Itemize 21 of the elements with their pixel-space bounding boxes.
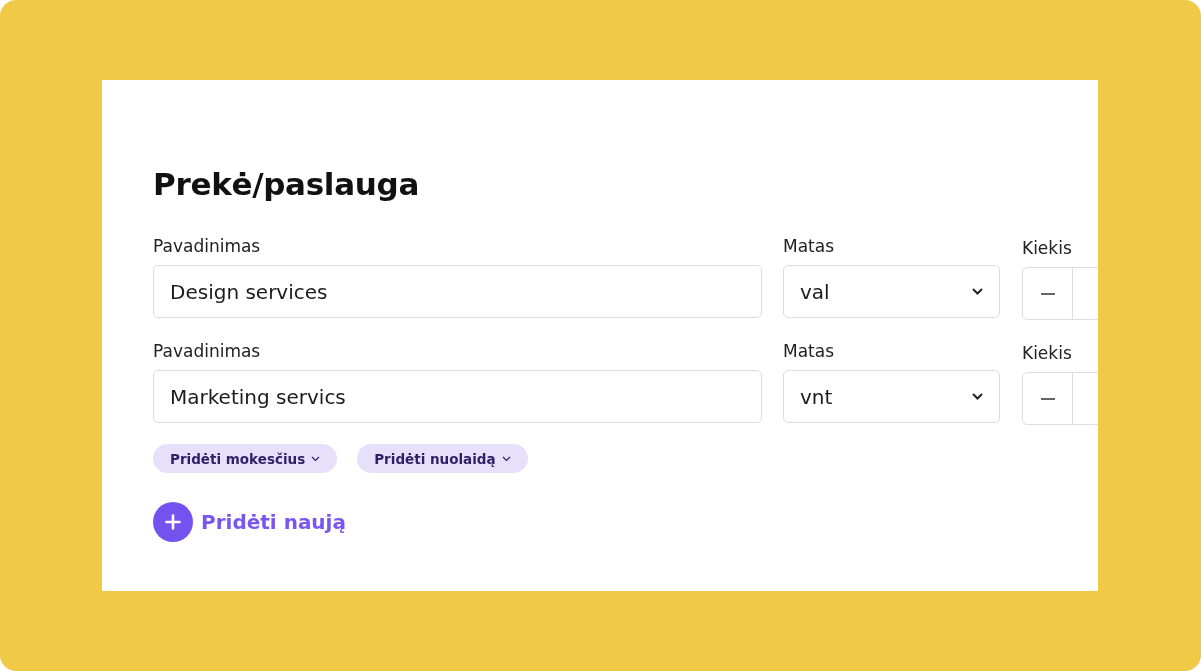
field-label: Pavadinimas [153,340,262,362]
add-option-chip[interactable]: Pridėti mokesčius [153,444,338,473]
add-option-chip[interactable]: Pridėti nuolaidą [357,444,528,473]
unit-dropdown[interactable]: val [783,265,1000,318]
unit-dropdown[interactable]: vnt [783,370,1000,423]
minus-icon [1040,292,1055,295]
add-new-button[interactable]: Pridėti naują [153,502,346,542]
section-title: Prekė/paslauga [153,166,420,202]
field-label: Kiekis [1022,237,1073,259]
field-label: Pavadinimas [153,235,262,257]
minus-icon [1040,397,1055,400]
input-field[interactable]: Design services [153,265,762,318]
chevron-icon [501,455,511,462]
chevron-icon [972,288,983,295]
input-field[interactable]: Marketing servics [153,370,762,423]
field-label: Matas [783,235,836,257]
plus-icon [153,502,193,542]
field-label: Kiekis [1022,342,1073,364]
chevron-icon [972,393,983,400]
field-label: Matas [783,340,836,362]
chevron-icon [311,455,321,462]
